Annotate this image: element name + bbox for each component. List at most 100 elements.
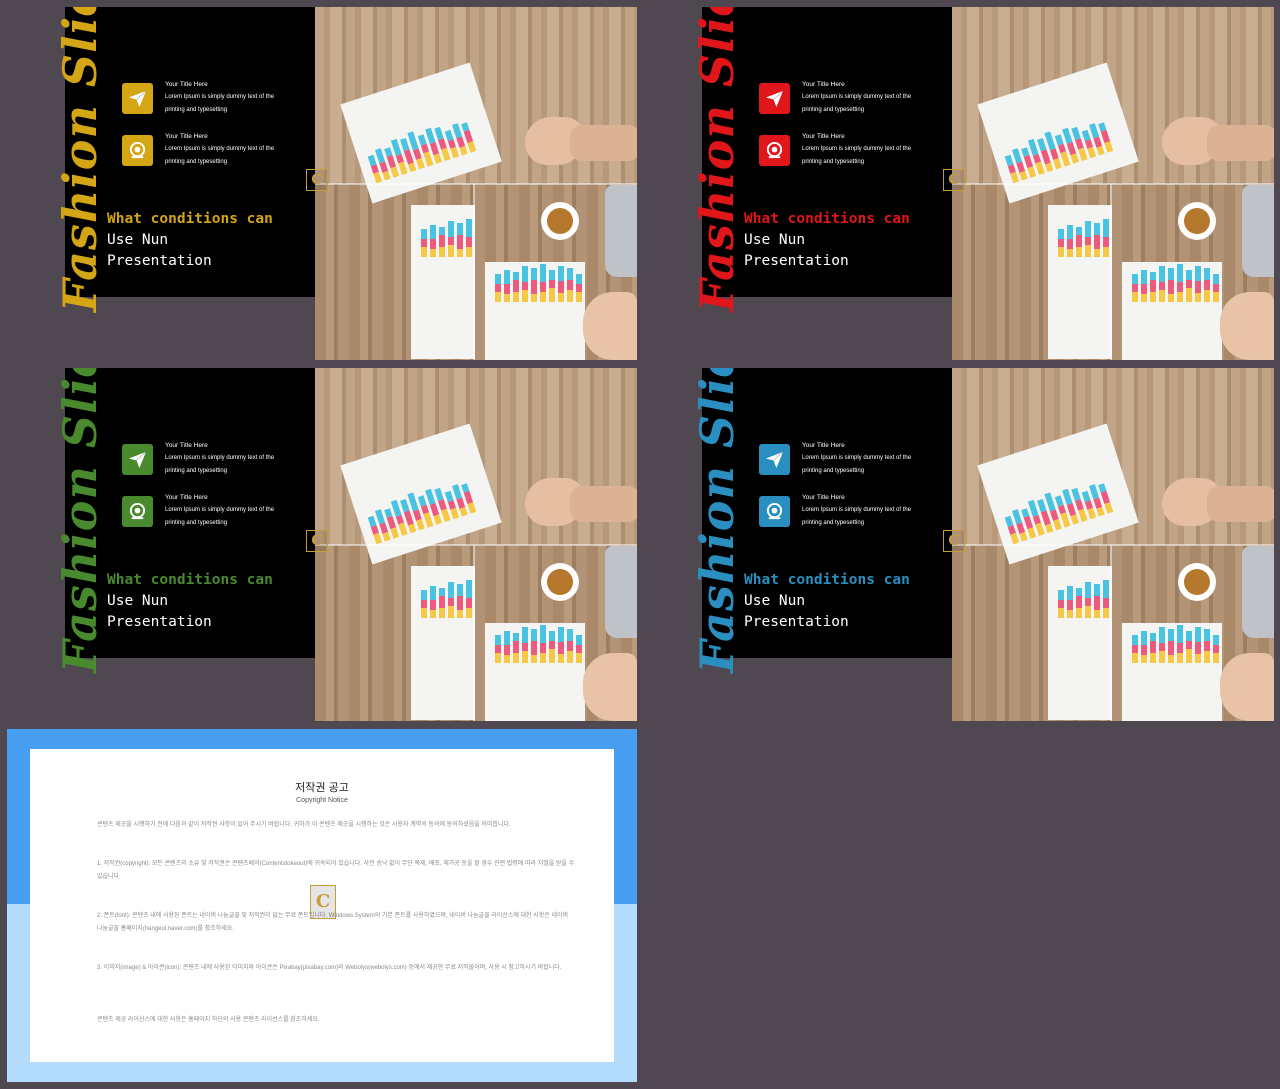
script-title: Fashion Slide — [690, 368, 744, 673]
item-description: Lorem Ipsum is simply dummy text of the … — [165, 455, 275, 474]
chart-paper — [1048, 205, 1112, 359]
mini-chart-bar — [1141, 270, 1147, 302]
mini-chart-bar — [558, 627, 564, 663]
item-title: Your Title Here — [165, 494, 208, 501]
item-title: Your Title Here — [802, 81, 845, 88]
mini-chart-bar — [1094, 223, 1100, 257]
headline-line: Use Nun — [107, 232, 169, 248]
feature-item: Your Title Here Lorem Ipsum is simply dum… — [122, 494, 302, 528]
mini-chart-bar — [1159, 266, 1165, 302]
mini-chart-bar — [1195, 266, 1201, 302]
mini-chart-bar — [504, 270, 510, 302]
notice-card: 저작권 공고 Copyright Notice 콘텐츠 제공을 시행하기 전에 … — [30, 749, 614, 1062]
mini-chart-bar — [421, 229, 427, 257]
mini-chart-bar — [531, 629, 537, 663]
headline: What conditions can Use Nun Presentation — [744, 570, 910, 633]
mini-chart-bar — [1085, 221, 1091, 257]
mini-chart-bar — [549, 270, 555, 302]
item-title: Your Title Here — [165, 442, 208, 449]
mini-bar-chart — [421, 219, 472, 257]
headline-line: Use Nun — [107, 593, 169, 609]
desk-photo — [952, 368, 1274, 721]
mini-chart-bar — [1177, 264, 1183, 302]
mini-chart-bar — [1141, 631, 1147, 663]
mini-bar-chart — [495, 264, 582, 302]
webcam-icon — [759, 135, 790, 166]
mini-chart-bar — [1213, 635, 1219, 663]
mini-chart-bar — [540, 264, 546, 302]
mini-chart-bar — [1186, 270, 1192, 302]
item-description: Lorem Ipsum is simply dummy text of the … — [802, 94, 912, 113]
mini-chart-bar — [540, 625, 546, 663]
mini-chart-bar — [549, 631, 555, 663]
item-description: Lorem Ipsum is simply dummy text of the … — [802, 455, 912, 474]
fashion-slide: Fashion Slide Your Title Here Lorem Ipsum … — [7, 368, 637, 721]
chart-paper — [1048, 566, 1112, 720]
headline-line: Use Nun — [744, 232, 806, 248]
notice-subtitle: Copyright Notice — [296, 797, 348, 804]
feature-item: Your Title Here Lorem Ipsum is simply dum… — [759, 133, 939, 167]
mini-chart-bar — [1195, 627, 1201, 663]
headline-line: What conditions can — [107, 572, 273, 588]
mini-chart-bar — [576, 274, 582, 302]
brand-c-logo: C — [943, 169, 965, 191]
mini-chart-bar — [430, 586, 436, 618]
laptop-image — [605, 546, 637, 638]
item-description: Lorem Ipsum is simply dummy text of the … — [802, 146, 912, 165]
mini-chart-bar — [504, 631, 510, 663]
paper-plane-icon — [759, 444, 790, 475]
mini-bar-chart — [1002, 476, 1114, 545]
hand-image — [1220, 653, 1274, 721]
mini-chart-bar — [1058, 229, 1064, 257]
chart-paper — [485, 262, 585, 360]
headline-line: Presentation — [744, 253, 849, 269]
feature-item: Your Title Here Lorem Ipsum is simply dum… — [759, 442, 939, 476]
mini-chart-bar — [421, 590, 427, 618]
mini-chart-bar — [558, 266, 564, 302]
coffee-cup-image — [1178, 563, 1216, 601]
mini-chart-bar — [1168, 629, 1174, 663]
notice-paragraph: 3. 이미지(image) & 아이콘(icon): 콘텐츠 내에 사용된 이미… — [97, 965, 562, 971]
brand-c-logo: C — [943, 530, 965, 552]
notice-title: 저작권 공고 — [295, 782, 349, 794]
desk-photo — [315, 368, 637, 721]
mini-chart-bar — [567, 629, 573, 663]
mini-chart-bar — [448, 221, 454, 257]
item-description: Lorem Ipsum is simply dummy text of the … — [802, 507, 912, 526]
item-title: Your Title Here — [802, 442, 845, 449]
paper-plane-icon — [122, 444, 153, 475]
chart-paper — [1122, 262, 1222, 360]
mini-chart-bar — [457, 223, 463, 257]
mini-chart-bar — [1058, 590, 1064, 618]
item-title: Your Title Here — [802, 133, 845, 140]
mini-bar-chart — [1002, 115, 1114, 184]
mini-bar-chart — [1132, 625, 1219, 663]
mini-bar-chart — [1132, 264, 1219, 302]
item-title: Your Title Here — [165, 133, 208, 140]
headline-line: Presentation — [107, 253, 212, 269]
script-title: Fashion Slide — [690, 7, 744, 312]
mini-chart-bar — [448, 582, 454, 618]
mini-bar-chart — [365, 476, 477, 545]
paper-plane-icon — [759, 83, 790, 114]
mini-chart-bar — [513, 272, 519, 302]
mini-chart-bar — [466, 219, 472, 257]
brand-c-logo: C — [310, 885, 336, 919]
mini-bar-chart — [1058, 580, 1109, 618]
coffee-cup-image — [1178, 202, 1216, 240]
item-title: Your Title Here — [802, 494, 845, 501]
mini-chart-bar — [1132, 635, 1138, 663]
mini-bar-chart — [365, 115, 477, 184]
mini-chart-bar — [1085, 582, 1091, 618]
headline: What conditions can Use Nun Presentation — [744, 209, 910, 272]
laptop-image — [1242, 185, 1274, 277]
mini-chart-bar — [1103, 219, 1109, 257]
mini-chart-bar — [531, 268, 537, 302]
mini-chart-bar — [1067, 225, 1073, 257]
brand-c-logo: C — [306, 530, 328, 552]
headline-line: What conditions can — [744, 211, 910, 227]
paper-plane-icon — [122, 83, 153, 114]
mini-chart-bar — [430, 225, 436, 257]
mini-chart-bar — [457, 584, 463, 618]
brand-c-logo: C — [306, 169, 328, 191]
